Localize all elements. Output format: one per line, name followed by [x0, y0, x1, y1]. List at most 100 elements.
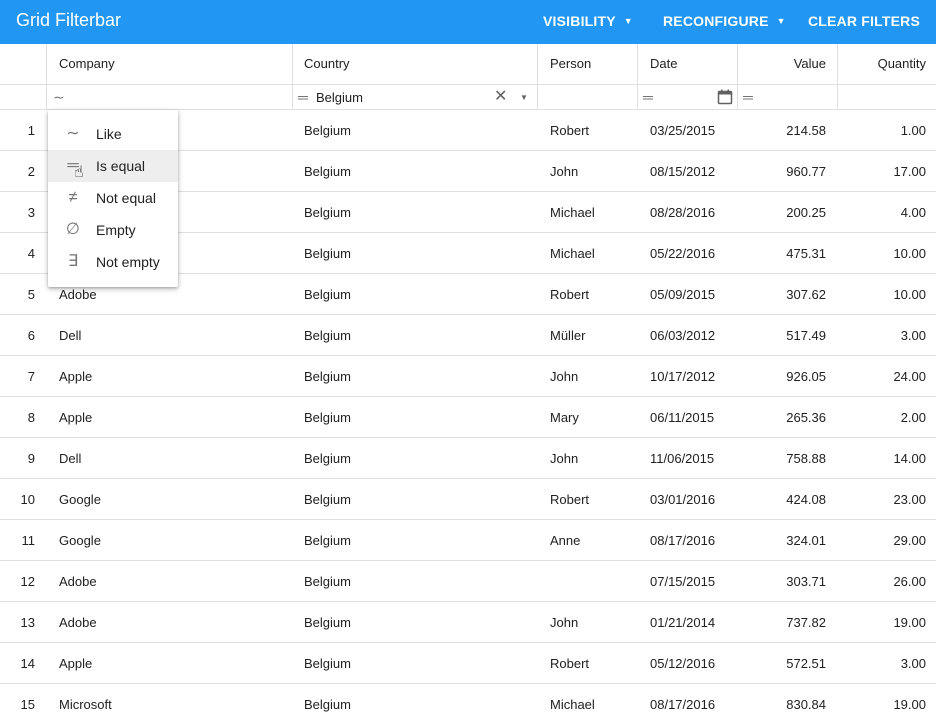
equal-operator-icon[interactable]: ═ [298, 85, 308, 109]
person-cell: John [550, 451, 579, 466]
caret-down-icon: ▼ [623, 16, 633, 26]
table-row[interactable]: 11 Google Belgium Anne 08/17/2016 324.01 29.00 [0, 520, 936, 561]
person-cell: Robert [550, 287, 590, 302]
quantity-cell: 19.00 [893, 615, 926, 630]
row-number: 1 [27, 123, 35, 138]
value-cell: 572.51 [786, 656, 826, 671]
date-cell: 05/22/2016 [650, 246, 716, 261]
country-cell: Belgium [304, 615, 351, 630]
table-row[interactable]: 9 Dell Belgium John 11/06/2015 758.88 14.00 [0, 438, 936, 479]
person-cell: Robert [550, 123, 590, 138]
visibility-label: VISIBILITY [543, 13, 616, 29]
value-cell: 214.58 [786, 123, 826, 138]
country-cell: Belgium [304, 697, 351, 712]
column-header-company[interactable]: Company [59, 44, 115, 84]
equal-operator-icon[interactable]: ═ [643, 85, 653, 109]
company-cell: Adobe [59, 615, 97, 630]
value-cell: 265.36 [786, 410, 826, 425]
table-row[interactable]: 7 Apple Belgium John 10/17/2012 926.05 24.00 [0, 356, 936, 397]
menu-item-like[interactable]: ∼ Like [48, 118, 178, 150]
not-equal-icon: ≠ [68, 189, 78, 206]
row-number: 8 [27, 410, 35, 425]
column-header-person[interactable]: Person [550, 44, 591, 84]
like-operator-icon[interactable]: ∼ [53, 85, 65, 109]
equal-operator-icon[interactable]: ═ [743, 85, 753, 109]
company-cell: Apple [59, 369, 93, 384]
country-cell: Belgium [304, 246, 351, 261]
row-number: 11 [21, 533, 36, 548]
person-cell: Robert [550, 492, 590, 507]
not-empty-icon: ∃ [67, 253, 79, 270]
row-number: 15 [20, 697, 35, 712]
quantity-cell: 10.00 [893, 246, 926, 261]
quantity-cell: 26.00 [893, 574, 926, 589]
column-header-quantity[interactable]: Quantity [838, 44, 926, 84]
menu-item-is-equal[interactable]: ═ Is equal [48, 150, 178, 182]
reconfigure-label: RECONFIGURE [663, 13, 769, 29]
hand-cursor-icon: ☝ [74, 164, 84, 181]
menu-item-empty[interactable]: ∅ Empty [48, 214, 178, 246]
person-cell: John [550, 164, 579, 179]
country-cell: Belgium [304, 574, 351, 589]
table-row[interactable]: 8 Apple Belgium Mary 06/11/2015 265.36 2.00 [0, 397, 936, 438]
table-row[interactable]: 12 Adobe Belgium 07/15/2015 303.71 26.00 [0, 561, 936, 602]
quantity-cell: 14.00 [893, 451, 926, 466]
company-cell: Apple [59, 410, 93, 425]
person-cell: Mary [550, 410, 579, 425]
quantity-cell: 17.00 [893, 164, 926, 179]
column-header-country[interactable]: Country [304, 44, 350, 84]
table-row[interactable]: 10 Google Belgium Robert 03/01/2016 424.08 23.… [0, 479, 936, 520]
company-cell: Dell [59, 328, 82, 343]
quantity-cell: 3.00 [900, 656, 926, 671]
date-cell: 06/11/2015 [650, 410, 715, 425]
value-cell: 200.25 [786, 205, 826, 220]
reconfigure-button[interactable]: RECONFIGURE ▼ [663, 13, 786, 29]
country-cell: Belgium [304, 287, 351, 302]
clear-icon[interactable]: ✕ [494, 85, 507, 109]
quantity-cell: 10.00 [893, 287, 926, 302]
menu-item-label: Not empty [96, 254, 160, 270]
table-row[interactable]: 6 Dell Belgium Müller 06/03/2012 517.49 3.00 [0, 315, 936, 356]
menu-item-label: Not equal [96, 190, 156, 206]
visibility-button[interactable]: VISIBILITY ▼ [543, 13, 633, 29]
person-cell: Müller [550, 328, 586, 343]
value-cell: 424.08 [786, 492, 826, 507]
like-icon: ∼ [66, 125, 80, 142]
menu-item-not-empty[interactable]: ∃ Not empty [48, 246, 178, 278]
filter-operator-menu: ∼ Like ═ Is equal ≠ Not equal ∅ Empty ∃ Not empty [48, 110, 178, 287]
row-number: 9 [27, 451, 35, 466]
table-row[interactable]: 15 Microsoft Belgium Michael 08/17/2016 830.8… [0, 684, 936, 723]
date-cell: 08/28/2016 [650, 205, 716, 220]
country-cell: Belgium [304, 328, 351, 343]
quantity-cell: 3.00 [900, 328, 926, 343]
calendar-icon[interactable] [717, 89, 733, 110]
quantity-cell: 24.00 [893, 369, 926, 384]
menu-item-not-equal[interactable]: ≠ Not equal [48, 182, 178, 214]
date-cell: 05/09/2015 [650, 287, 716, 302]
value-cell: 926.05 [786, 369, 826, 384]
row-number: 4 [27, 246, 35, 261]
menu-item-label: Like [96, 126, 122, 142]
country-cell: Belgium [304, 123, 351, 138]
value-cell: 307.62 [786, 287, 826, 302]
row-number: 13 [20, 615, 35, 630]
date-cell: 08/17/2016 [650, 697, 716, 712]
header-row: Company Country Person Date Value Quanti… [0, 44, 936, 85]
row-number: 6 [27, 328, 35, 343]
value-cell: 737.82 [786, 615, 826, 630]
country-cell: Belgium [304, 451, 351, 466]
row-number: 3 [27, 205, 35, 220]
menu-list: ∼ Like ═ Is equal ≠ Not equal ∅ Empty ∃ Not empty [48, 118, 178, 278]
date-cell: 06/03/2012 [650, 328, 716, 343]
table-row[interactable]: 14 Apple Belgium Robert 05/12/2016 572.51 3.00 [0, 643, 936, 684]
table-row[interactable]: 13 Adobe Belgium John 01/21/2014 737.82 19.00 [0, 602, 936, 643]
company-cell: Adobe [59, 574, 97, 589]
country-cell: Belgium [304, 533, 351, 548]
company-cell: Dell [59, 451, 82, 466]
row-number: 7 [27, 369, 35, 384]
country-filter-input[interactable]: Belgium [316, 85, 363, 110]
clear-filters-button[interactable]: CLEAR FILTERS [808, 13, 920, 29]
dropdown-arrow-icon[interactable]: ▼ [520, 85, 528, 110]
column-header-value[interactable]: Value [738, 44, 826, 84]
column-header-date[interactable]: Date [650, 44, 677, 84]
